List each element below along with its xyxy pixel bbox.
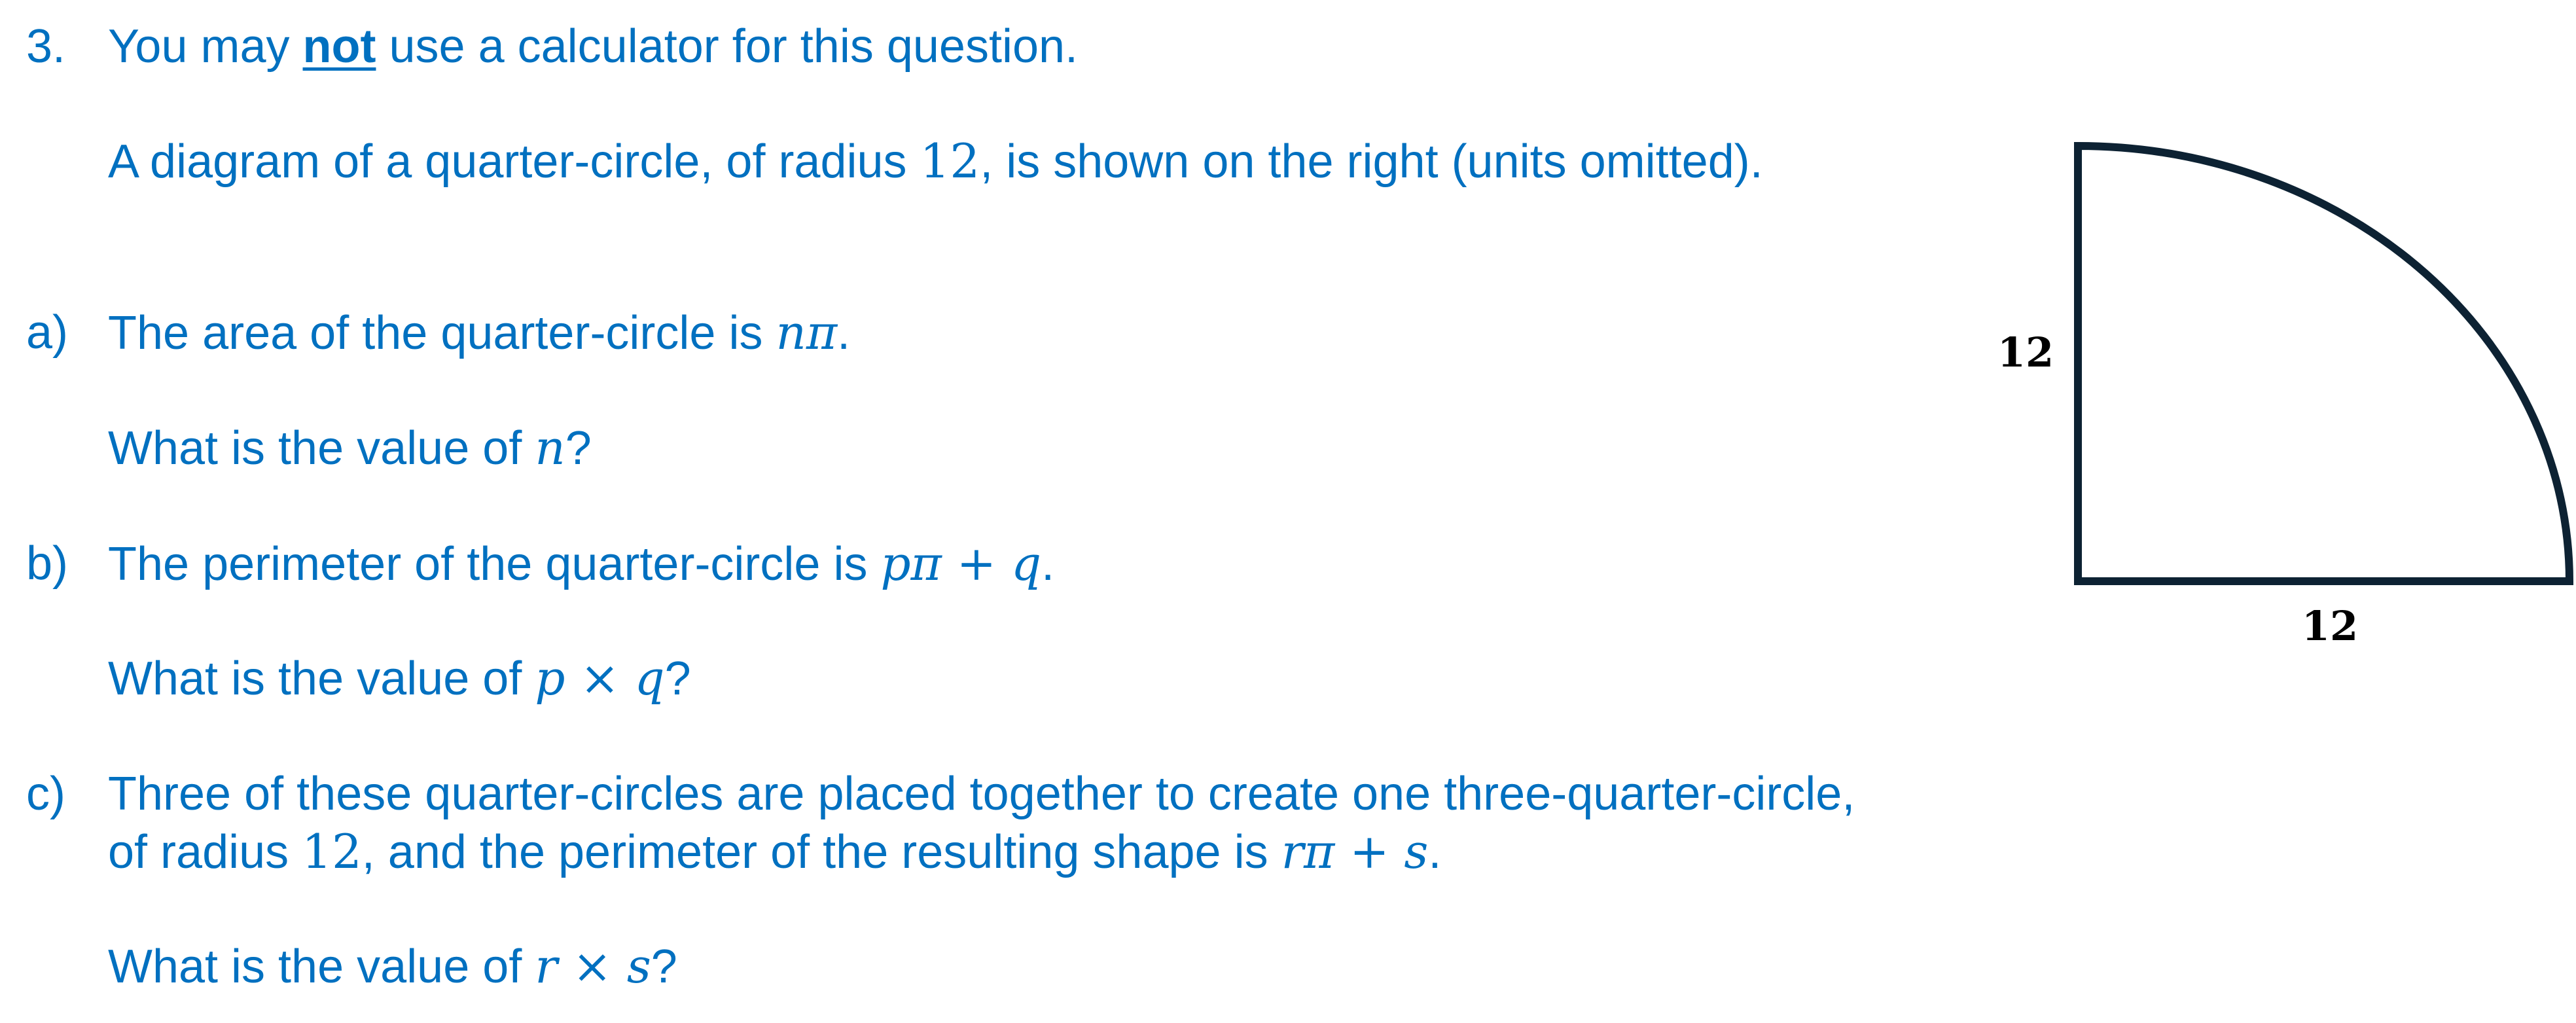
part-b-question: What is the value of p × q? <box>108 655 691 702</box>
quarter-circle-shape <box>2074 141 2574 585</box>
quarter-circle-diagram: 12 12 <box>1997 141 2574 650</box>
part-a-statement-prefix: The area of the quarter-circle is <box>108 307 776 359</box>
part-a-ask-prefix: What is the value of <box>108 422 535 475</box>
instruction-emphasis: not <box>302 20 376 73</box>
part-a-statement-suffix: . <box>837 307 851 359</box>
part-a-ask-math: n <box>535 420 565 475</box>
description-suffix: , is shown on the right (units omitted). <box>980 135 1763 188</box>
part-a-label: a) <box>26 306 69 359</box>
instruction-suffix: use a calculator for this question. <box>376 20 1079 73</box>
part-b-statement-prefix: The perimeter of the quarter-circle is <box>108 538 881 590</box>
part-b-statement-math: pπ + q <box>880 536 1042 591</box>
part-c-line2-middle: , and the perimeter of the resulting sha… <box>361 826 1281 878</box>
part-c-label: c) <box>26 768 65 820</box>
part-c-ask-suffix: ? <box>651 941 677 993</box>
part-a-ask-suffix: ? <box>565 422 592 475</box>
part-c-line2-suffix: . <box>1428 826 1442 878</box>
part-c-question: What is the value of r × s? <box>108 942 677 990</box>
part-c-ask-prefix: What is the value of <box>108 941 535 993</box>
part-b-statement: The perimeter of the quarter-circle is p… <box>108 540 1054 588</box>
description-prefix: A diagram of a quarter-circle, of radius <box>108 135 920 188</box>
calculator-instruction: You may not use a calculator for this qu… <box>108 23 1078 70</box>
part-a-statement: The area of the quarter-circle is nπ. <box>108 309 850 357</box>
part-a-statement-math: nπ <box>776 305 838 360</box>
part-c-line-1: Three of these quarter-circles are place… <box>108 768 1855 820</box>
description-radius: 12 <box>920 134 980 188</box>
part-b-ask-math: p × q <box>535 651 665 706</box>
instruction-prefix: You may <box>108 20 303 73</box>
part-c-line2-radius: 12 <box>302 824 362 879</box>
question-number: 3. <box>26 20 66 73</box>
part-b-ask-suffix: ? <box>664 653 691 705</box>
part-c-line2-prefix: of radius <box>108 826 302 878</box>
part-c-ask-math: r × s <box>535 939 651 994</box>
part-b-statement-suffix: . <box>1041 538 1055 590</box>
part-c-line2-math: rπ + s <box>1281 824 1429 879</box>
part-b-label: b) <box>26 537 69 590</box>
part-b-ask-prefix: What is the value of <box>108 653 535 705</box>
part-c-line-2: of radius 12, and the perimeter of the r… <box>108 828 1441 876</box>
vertical-radius-label: 12 <box>1997 329 2054 376</box>
horizontal-radius-label: 12 <box>2302 602 2358 650</box>
diagram-description: A diagram of a quarter-circle, of radius… <box>108 137 1763 185</box>
part-a-question: What is the value of n? <box>108 424 592 472</box>
